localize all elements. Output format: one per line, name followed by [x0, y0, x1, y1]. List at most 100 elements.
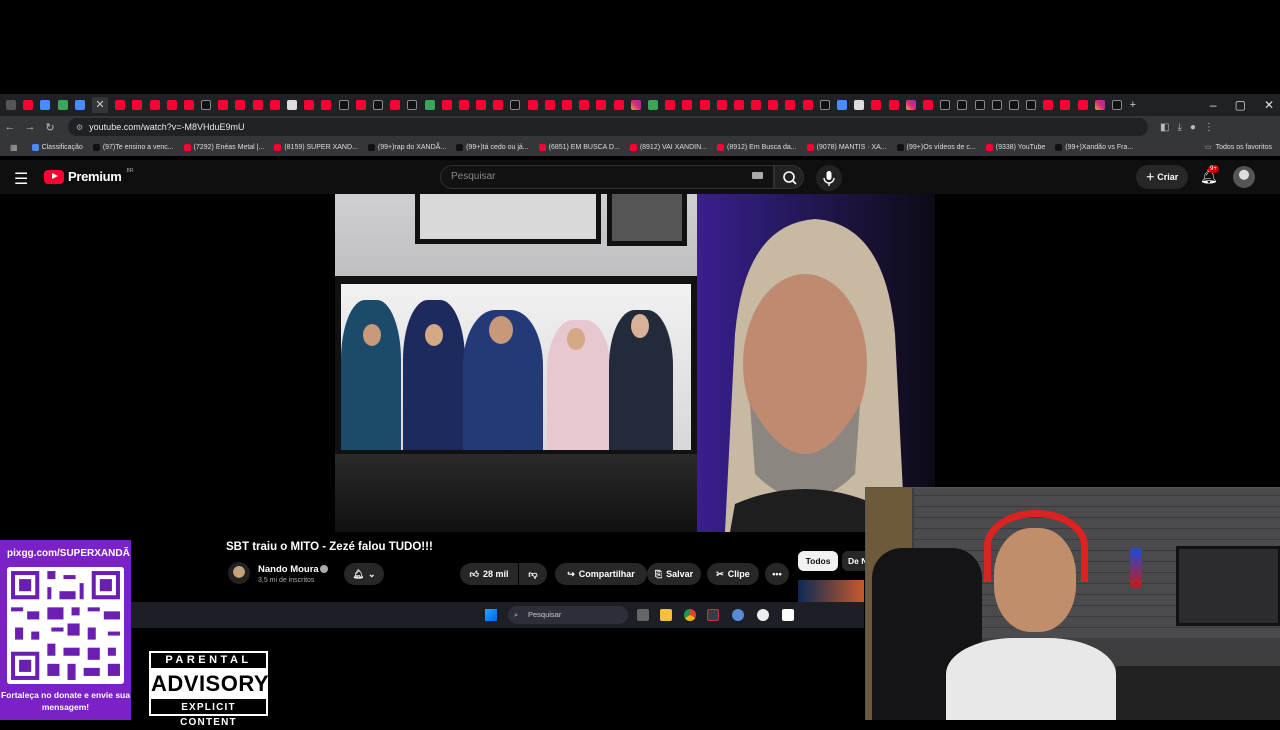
browser-tab[interactable] — [510, 100, 521, 110]
search-input[interactable]: Pesquisar — [440, 165, 774, 189]
bookmark-item[interactable]: (9338) YouTube — [985, 143, 1045, 151]
browser-tab[interactable] — [716, 100, 727, 110]
browser-tab[interactable] — [544, 100, 555, 110]
windows-start-icon[interactable] — [485, 609, 497, 621]
profile-icon[interactable]: ● — [1190, 122, 1196, 133]
browser-tab[interactable] — [252, 100, 263, 110]
browser-tab[interactable] — [321, 100, 332, 110]
browser-tab[interactable] — [579, 100, 590, 110]
browser-tab[interactable] — [372, 100, 383, 110]
create-button[interactable]: ＋ Criar — [1136, 165, 1188, 189]
download-icon[interactable]: ⤓ — [1177, 122, 1181, 133]
bookmark-item[interactable]: (9078) MANTIS · XA... — [806, 143, 887, 151]
browser-tab[interactable] — [493, 100, 504, 110]
browser-tab[interactable] — [40, 100, 51, 110]
browser-tab[interactable] — [57, 100, 68, 110]
browser-tab[interactable] — [957, 100, 968, 110]
browser-tab[interactable] — [922, 100, 933, 110]
browser-tab[interactable] — [149, 100, 160, 110]
close-window-icon[interactable]: ✕ — [1264, 98, 1274, 112]
browser-tab[interactable] — [974, 100, 985, 110]
bookmark-item[interactable]: (99+)Os vídeos de c... — [896, 143, 976, 151]
chip-all[interactable]: Todos — [798, 551, 838, 571]
browser-tab[interactable] — [802, 100, 813, 110]
browser-tab[interactable] — [665, 100, 676, 110]
bookmark-item[interactable]: (99+)tá cedo ou já... — [456, 143, 529, 151]
recommended-video-thumbnail[interactable] — [798, 580, 864, 602]
bookmark-item[interactable]: (99+)rap do XANDÃ... — [367, 143, 446, 151]
task-view-icon[interactable] — [637, 609, 649, 621]
minimize-icon[interactable]: – — [1210, 98, 1217, 112]
browser-tab[interactable] — [905, 100, 916, 110]
chrome-icon[interactable] — [684, 609, 696, 621]
browser-tab[interactable] — [888, 100, 899, 110]
search-button[interactable] — [774, 165, 804, 189]
browser-tab[interactable] — [390, 100, 401, 110]
browser-tab[interactable] — [854, 100, 865, 110]
browser-tab[interactable] — [338, 100, 349, 110]
site-info-icon[interactable]: ⚙ — [76, 123, 83, 132]
recording-app-icon[interactable] — [757, 609, 769, 621]
keyboard-icon[interactable] — [752, 172, 763, 179]
taskbar-search-input[interactable]: ⌕ Pesquisar — [508, 606, 628, 624]
voice-search-button[interactable] — [816, 165, 842, 191]
browser-tab[interactable] — [733, 100, 744, 110]
settings-app-icon[interactable] — [732, 609, 744, 621]
maximize-icon[interactable]: ▢ — [1235, 98, 1246, 112]
new-tab-button[interactable]: + — [1130, 99, 1136, 111]
browser-tab[interactable] — [527, 100, 538, 110]
bookmark-item[interactable]: (99+)Xandão vs Fra... — [1055, 143, 1133, 151]
bookmark-item[interactable]: (8159) SUPER XAND... — [274, 143, 358, 151]
save-button[interactable]: ⎘ Salvar — [647, 563, 701, 585]
browser-tab[interactable] — [235, 100, 246, 110]
subscription-bell-button[interactable]: 🔔︎ ⌄ — [344, 563, 384, 585]
browser-tab[interactable]: ✕ — [91, 97, 108, 113]
clip-button[interactable]: ✂ Clipe — [707, 563, 759, 585]
browser-tab[interactable] — [613, 100, 624, 110]
like-button[interactable]: 👍︎ 28 mil — [460, 563, 518, 585]
back-icon[interactable]: ← — [0, 121, 20, 133]
bookmark-item[interactable]: (8912) Em Busca da... — [716, 143, 797, 151]
browser-tab[interactable] — [1077, 100, 1088, 110]
share-button[interactable]: ↪ Compartilhar — [555, 563, 647, 585]
browser-tab[interactable] — [991, 100, 1002, 110]
dislike-button[interactable]: 👎︎ — [519, 563, 547, 585]
browser-tab[interactable] — [871, 100, 882, 110]
browser-tab[interactable] — [424, 100, 435, 110]
notepad-icon[interactable] — [782, 609, 794, 621]
bookmark-item[interactable]: Classificação — [31, 143, 83, 151]
browser-tab[interactable] — [201, 100, 212, 110]
browser-tab[interactable] — [304, 100, 315, 110]
browser-tab[interactable] — [183, 100, 194, 110]
browser-tab[interactable] — [23, 100, 34, 110]
browser-tab[interactable] — [287, 100, 297, 110]
stream-app-icon[interactable] — [707, 609, 719, 621]
browser-tab[interactable] — [1008, 100, 1019, 110]
more-actions-button[interactable]: ••• — [765, 563, 789, 585]
forward-icon[interactable]: → — [20, 121, 40, 133]
browser-tab[interactable] — [1026, 100, 1037, 110]
video-player[interactable] — [335, 194, 935, 532]
apps-grid-icon[interactable]: ▦ — [10, 143, 18, 152]
all-bookmarks[interactable]: ▭ Todos os favoritos — [1205, 143, 1272, 152]
channel-avatar[interactable] — [228, 562, 250, 584]
bookmark-item[interactable]: (7292) Enéas Metal |... — [183, 143, 264, 151]
browser-tab[interactable] — [218, 100, 229, 110]
browser-tab[interactable] — [699, 100, 710, 110]
browser-tab[interactable] — [751, 100, 762, 110]
menu-dots-icon[interactable]: ⋮ — [1204, 122, 1214, 133]
file-explorer-icon[interactable] — [660, 609, 672, 621]
hamburger-menu-icon[interactable]: ☰ — [14, 169, 28, 189]
browser-tab[interactable] — [837, 100, 847, 110]
browser-tab[interactable] — [630, 100, 641, 110]
address-bar[interactable]: ⚙ youtube.com/watch?v=-M8VHduE9mU — [68, 118, 1148, 136]
browser-tab[interactable] — [647, 100, 658, 110]
chip-from-channel[interactable]: De N — [842, 551, 866, 571]
account-avatar[interactable] — [1233, 166, 1255, 188]
browser-tab[interactable] — [476, 100, 487, 110]
browser-tab[interactable] — [819, 100, 830, 110]
extensions-icon[interactable]: ◧ — [1160, 122, 1169, 133]
browser-tab[interactable] — [269, 100, 280, 110]
browser-tab[interactable] — [441, 100, 452, 110]
browser-tab[interactable] — [682, 100, 693, 110]
